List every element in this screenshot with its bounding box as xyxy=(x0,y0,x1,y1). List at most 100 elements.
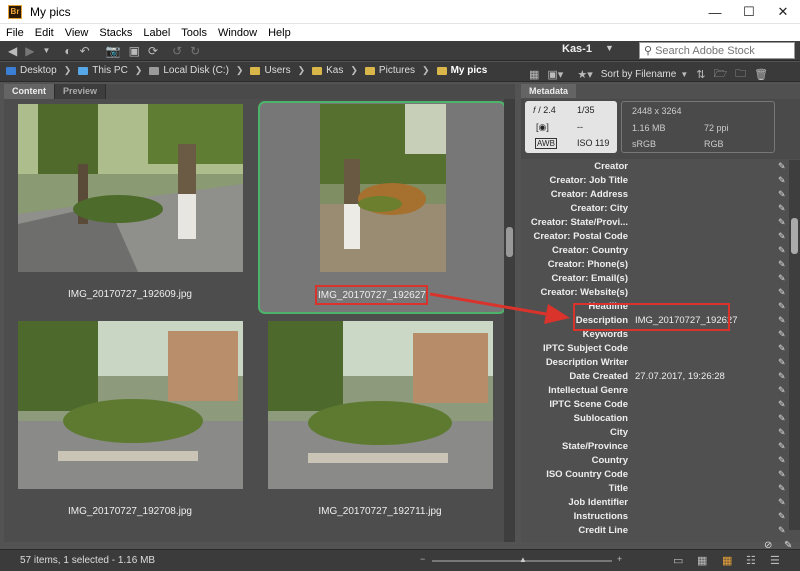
crumb-local-disk[interactable]: Local Disk (C:) xyxy=(149,65,229,76)
metadata-row-creator[interactable]: Creator ✎ xyxy=(521,160,789,174)
chevron-down-icon[interactable]: ▼ xyxy=(680,70,688,79)
thumbnail-image[interactable] xyxy=(18,104,243,272)
metadata-row-intellectual-genre[interactable]: Intellectual Genre ✎ xyxy=(521,384,789,398)
details-view-icon[interactable]: ☷ xyxy=(746,554,756,567)
metadata-row-iptc-scene-code[interactable]: IPTC Scene Code ✎ xyxy=(521,398,789,412)
thumbnail-filename[interactable]: IMG_20170727_192708.jpg xyxy=(10,506,250,517)
close-button[interactable]: ✕ xyxy=(766,0,800,24)
metadata-scrollbar[interactable] xyxy=(789,160,800,530)
menu-help[interactable]: Help xyxy=(268,27,291,39)
thumbnail-image[interactable] xyxy=(320,104,446,272)
sort-direction-icon[interactable]: ⇅ xyxy=(696,68,705,81)
pencil-icon[interactable]: ✎ xyxy=(778,329,786,340)
output-icon[interactable]: ▣ xyxy=(129,44,140,58)
metadata-row-iso-country-code[interactable]: ISO Country Code ✎ xyxy=(521,468,789,482)
tab-preview[interactable]: Preview xyxy=(55,84,107,99)
filter-view-icon[interactable]: ▣▾ xyxy=(547,68,563,81)
maximize-button[interactable]: ☐ xyxy=(732,0,766,24)
pencil-icon[interactable]: ✎ xyxy=(778,315,786,326)
metadata-row-date-created[interactable]: Date Created 27.07.2017, 19:26:28 ✎ xyxy=(521,370,789,384)
pencil-icon[interactable]: ✎ xyxy=(778,371,786,382)
chevron-right-icon[interactable]: ❯ xyxy=(422,65,430,76)
boomerang-icon[interactable]: ↶ xyxy=(80,44,90,58)
pencil-icon[interactable]: ✎ xyxy=(778,469,786,480)
menu-edit[interactable]: Edit xyxy=(35,27,54,39)
lock-thumbnail-grid-icon[interactable]: ▭ xyxy=(673,554,683,567)
menu-window[interactable]: Window xyxy=(218,27,257,39)
minimize-button[interactable]: — xyxy=(698,0,732,24)
list-view-icon[interactable]: ☰ xyxy=(770,554,780,567)
metadata-row-description-writer[interactable]: Description Writer ✎ xyxy=(521,356,789,370)
crumb-kas[interactable]: Kas xyxy=(312,65,343,76)
quality-options-icon[interactable]: ▦ xyxy=(529,68,539,81)
metadata-row-title[interactable]: Title ✎ xyxy=(521,482,789,496)
scrollbar-thumb[interactable] xyxy=(791,218,798,254)
pencil-icon[interactable]: ✎ xyxy=(778,343,786,354)
pencil-icon[interactable]: ✎ xyxy=(778,175,786,186)
thumbnails-view-icon[interactable]: ▦ xyxy=(722,554,732,567)
return-to-app-icon[interactable]: ◐ xyxy=(64,44,71,58)
workspace-name[interactable]: Kas-1 xyxy=(562,43,592,55)
metadata-row-instructions[interactable]: Instructions ✎ xyxy=(521,510,789,524)
metadata-row-state-province[interactable]: State/Province ✎ xyxy=(521,440,789,454)
thumbnail-image[interactable] xyxy=(18,321,243,489)
trash-icon[interactable]: 🗑 xyxy=(754,68,768,81)
pencil-icon[interactable]: ✎ xyxy=(778,301,786,312)
pencil-icon[interactable]: ✎ xyxy=(778,357,786,368)
metadata-row-city[interactable]: City ✎ xyxy=(521,426,789,440)
pencil-icon[interactable]: ✎ xyxy=(778,231,786,242)
rotate-right-icon[interactable]: ↻ xyxy=(190,44,200,58)
menu-label[interactable]: Label xyxy=(143,27,170,39)
tab-metadata[interactable]: Metadata xyxy=(521,84,577,98)
menu-stacks[interactable]: Stacks xyxy=(99,27,132,39)
pencil-icon[interactable]: ✎ xyxy=(778,497,786,508)
thumbnail-filename[interactable]: IMG_20170727_192609.jpg xyxy=(10,289,250,300)
metadata-row-country[interactable]: Country ✎ xyxy=(521,454,789,468)
pencil-icon[interactable]: ✎ xyxy=(778,161,786,172)
chevron-right-icon[interactable]: ❯ xyxy=(350,65,358,76)
metadata-row-job-identifier[interactable]: Job Identifier ✎ xyxy=(521,496,789,510)
rotate-left-icon[interactable]: ↺ xyxy=(172,44,182,58)
no-entry-icon[interactable]: ⊘ xyxy=(764,540,772,551)
back-arrow-icon[interactable]: ◀ xyxy=(8,44,17,58)
zoom-in-icon[interactable]: + xyxy=(617,554,622,564)
pencil-icon[interactable]: ✎ xyxy=(778,525,786,536)
metadata-row-credit-line[interactable]: Credit Line ✎ xyxy=(521,524,789,538)
workspace-chevron-icon[interactable]: ▼ xyxy=(605,43,614,53)
pencil-icon[interactable]: ✎ xyxy=(778,189,786,200)
stock-search-box[interactable]: ⚲ xyxy=(639,42,795,59)
stock-search-input[interactable] xyxy=(655,44,784,57)
pencil-icon[interactable]: ✎ xyxy=(778,427,786,438)
menu-view[interactable]: View xyxy=(65,27,89,39)
camera-download-icon[interactable]: 📷 xyxy=(106,44,121,58)
crumb-pictures[interactable]: Pictures xyxy=(364,65,415,76)
open-recent-folder-icon[interactable]: 🗁 xyxy=(713,65,727,84)
pencil-icon[interactable]: ✎ xyxy=(778,217,786,228)
pencil-icon[interactable]: ✎ xyxy=(778,245,786,256)
recent-folders-chevron-icon[interactable]: ▼ xyxy=(42,46,50,55)
pencil-icon[interactable]: ✎ xyxy=(778,385,786,396)
slider-knob[interactable]: ▲ xyxy=(519,555,527,564)
star-filter-icon[interactable]: ★▾ xyxy=(577,68,592,81)
metadata-row-creator-email[interactable]: Creator: Email(s) ✎ xyxy=(521,272,789,286)
crumb-this-pc[interactable]: This PC xyxy=(78,65,128,76)
sort-dropdown[interactable]: Sort by Filename xyxy=(601,69,677,80)
pencil-icon[interactable]: ✎ xyxy=(778,399,786,410)
pencil-icon[interactable]: ✎ xyxy=(778,441,786,452)
refine-icon[interactable]: ⟳ xyxy=(148,44,158,58)
tab-content[interactable]: Content xyxy=(4,84,55,99)
metadata-row-creator-phone[interactable]: Creator: Phone(s) ✎ xyxy=(521,258,789,272)
metadata-value[interactable]: 27.07.2017, 19:26:28 xyxy=(635,371,725,382)
metadata-row-creator-address[interactable]: Creator: Address ✎ xyxy=(521,188,789,202)
pencil-icon[interactable]: ✎ xyxy=(778,511,786,522)
pencil-icon[interactable]: ✎ xyxy=(784,540,792,551)
chevron-right-icon[interactable]: ❯ xyxy=(298,65,306,76)
thumbnail-filename[interactable]: IMG_20170727_192711.jpg xyxy=(260,506,500,517)
zoom-out-icon[interactable]: − xyxy=(420,554,425,564)
menu-file[interactable]: File xyxy=(6,27,24,39)
pencil-icon[interactable]: ✎ xyxy=(778,287,786,298)
metadata-row-sublocation[interactable]: Sublocation ✎ xyxy=(521,412,789,426)
metadata-row-creator-country[interactable]: Creator: Country ✎ xyxy=(521,244,789,258)
chevron-right-icon[interactable]: ❯ xyxy=(236,65,244,76)
new-folder-icon[interactable]: 🗀 xyxy=(735,65,746,84)
